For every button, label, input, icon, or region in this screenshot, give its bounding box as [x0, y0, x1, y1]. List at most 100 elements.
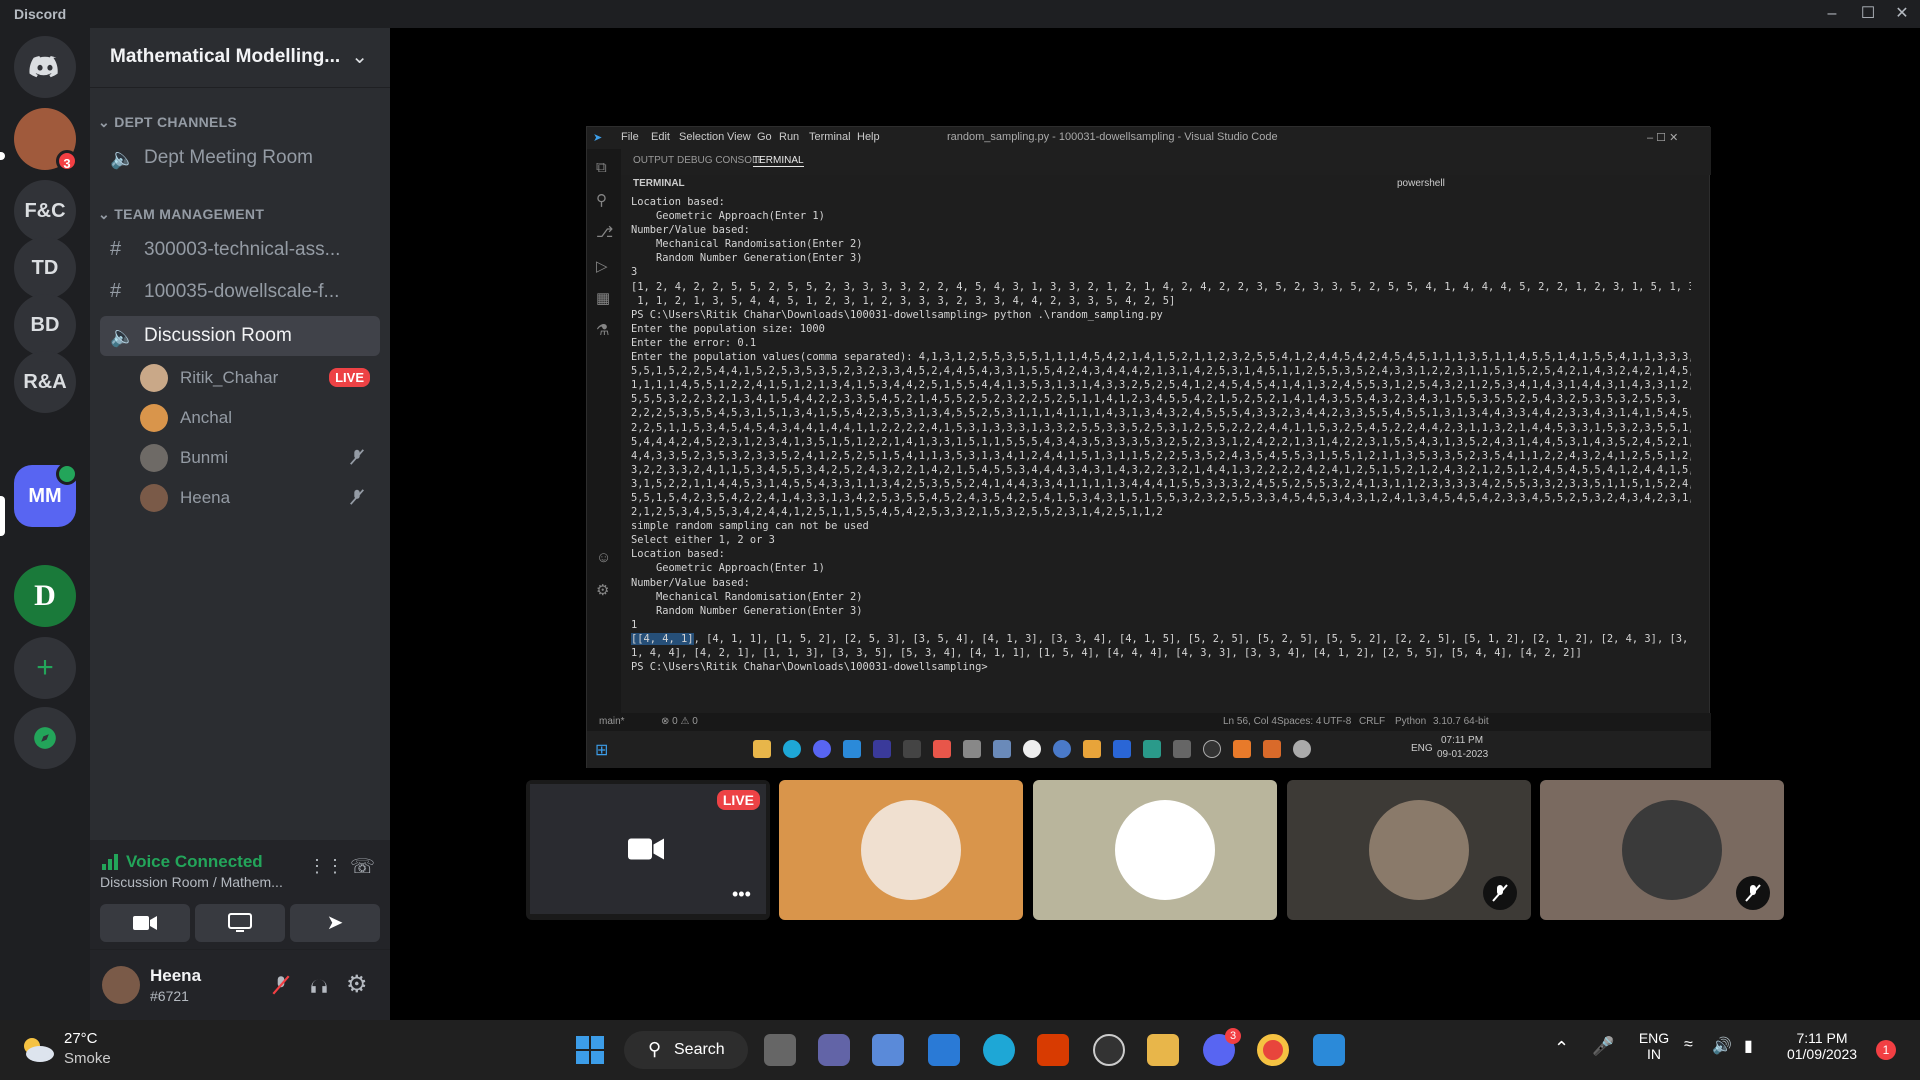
tab-debug-console[interactable]: DEBUG CONSOLE — [677, 155, 764, 166]
discord-icon[interactable]: 3 — [1203, 1028, 1241, 1066]
shell-name[interactable]: powershell — [1397, 178, 1445, 189]
problems-count[interactable]: ⊗ 0 ⚠ 0 — [661, 716, 698, 727]
account-icon[interactable]: ☺ — [596, 549, 611, 566]
chrome-icon[interactable] — [1257, 1034, 1289, 1066]
guild-header[interactable]: Mathematical Modelling... ⌄ — [90, 28, 390, 88]
taskbar-search[interactable]: ⚲ Search — [624, 1031, 748, 1069]
voice-user[interactable]: Ritik_Chahar LIVE — [140, 360, 380, 396]
git-branch[interactable]: main* — [599, 716, 625, 727]
tab-terminal[interactable]: TERMINAL — [753, 155, 804, 167]
menu-run[interactable]: Run — [779, 131, 799, 143]
vscode-icon[interactable] — [1313, 1034, 1345, 1066]
weather-cloud-icon[interactable] — [18, 1034, 56, 1064]
server-td[interactable]: TD — [14, 237, 76, 299]
inner-date: 09-01-2023 — [1437, 749, 1489, 760]
photos-icon[interactable] — [872, 1034, 904, 1066]
dell-icon[interactable] — [1093, 1034, 1125, 1066]
channel-dowellscale[interactable]: # 100035-dowellscale-f... — [100, 272, 380, 312]
menu-go[interactable]: Go — [757, 131, 772, 143]
notification-badge[interactable]: 1 — [1876, 1040, 1896, 1060]
noise-suppression-icon[interactable]: ⋮⋮ — [308, 856, 344, 877]
explorer-icon[interactable]: ⧉ — [596, 159, 607, 176]
battery-icon[interactable]: ▮ — [1744, 1036, 1753, 1056]
server-ra[interactable]: R&A — [14, 351, 76, 413]
minimize-button[interactable]: – — [1814, 0, 1850, 28]
python-interpreter[interactable]: 3.10.7 64-bit — [1433, 716, 1489, 727]
channel-discussion-room[interactable]: 🔈 Discussion Room — [100, 316, 380, 356]
microphone-icon[interactable]: 🎤 — [1592, 1036, 1614, 1057]
category-team-management[interactable]: ⌄ TEAM MANAGEMENT — [98, 206, 264, 223]
tab-output[interactable]: OUTPUT — [633, 155, 674, 166]
terminal-output[interactable]: Location based: Geometric Approach(Enter… — [631, 195, 1691, 713]
weather-condition[interactable]: Smoke — [64, 1050, 111, 1067]
participant-tile-ritik[interactable] — [1033, 780, 1277, 920]
extensions-icon[interactable]: ▦ — [596, 289, 610, 307]
channel-dept-meeting-room[interactable]: 🔈 Dept Meeting Room — [100, 138, 380, 178]
testing-icon[interactable]: ⚗ — [596, 321, 609, 339]
weather-temperature[interactable]: 27°C — [64, 1030, 98, 1047]
server-mm[interactable]: MM — [14, 463, 78, 527]
window-controls[interactable]: – ☐ ✕ — [1647, 131, 1678, 144]
menu-view[interactable]: View — [727, 131, 751, 143]
volume-icon[interactable]: 🔊 — [1712, 1036, 1732, 1056]
voice-user[interactable]: Bunmi — [140, 440, 380, 476]
task-view-icon[interactable] — [764, 1034, 796, 1066]
voice-user-name: Bunmi — [180, 448, 229, 467]
file-explorer-icon[interactable] — [1147, 1034, 1179, 1066]
share-screen-button[interactable] — [195, 904, 285, 942]
office-icon[interactable] — [1037, 1034, 1069, 1066]
teams-chat-icon[interactable] — [818, 1034, 850, 1066]
gear-icon[interactable]: ⚙ — [346, 970, 368, 999]
explore-servers-button[interactable] — [14, 707, 76, 769]
wifi-icon[interactable]: ≈ — [1684, 1036, 1693, 1054]
vscode-logo-icon: ➤ — [593, 132, 603, 144]
settings-gear-icon[interactable]: ⚙ — [596, 581, 609, 599]
participant-tile-bunmi[interactable] — [1287, 780, 1531, 920]
voice-user[interactable]: Anchal — [140, 400, 380, 436]
participant-tile-anchal[interactable] — [779, 780, 1023, 920]
menu-file[interactable]: File — [621, 131, 639, 143]
close-button[interactable]: ✕ — [1884, 0, 1920, 28]
home-button[interactable] — [14, 36, 76, 98]
indent-setting[interactable]: Spaces: 4 — [1277, 716, 1321, 727]
signal-icon[interactable] — [102, 854, 120, 870]
run-debug-icon[interactable]: ▷ — [596, 257, 608, 275]
camera-button[interactable] — [100, 904, 190, 942]
voice-user-name: Ritik_Chahar — [180, 368, 279, 387]
language-mode[interactable]: Python — [1395, 716, 1426, 727]
line-ending[interactable]: CRLF — [1359, 716, 1385, 727]
server-fc[interactable]: F&C — [14, 180, 76, 242]
category-dept-channels[interactable]: ⌄ DEPT CHANNELS — [98, 114, 237, 131]
discord-badge: 3 — [1225, 1028, 1241, 1044]
menu-terminal[interactable]: Terminal — [809, 131, 851, 143]
language-indicator[interactable]: ENG IN — [1634, 1030, 1674, 1062]
windows-start-icon[interactable] — [576, 1036, 604, 1064]
mail-icon[interactable] — [928, 1034, 960, 1066]
menu-selection[interactable]: Selection — [679, 131, 724, 143]
channel-technical[interactable]: # 300003-technical-ass... — [100, 230, 380, 270]
server-dowell[interactable]: D — [14, 565, 76, 627]
menu-help[interactable]: Help — [857, 131, 880, 143]
activity-button[interactable]: ➤ — [290, 904, 380, 942]
mic-muted-icon[interactable] — [270, 974, 292, 996]
cursor-position[interactable]: Ln 56, Col 4 — [1223, 716, 1277, 727]
source-control-icon[interactable]: ⎇ — [596, 223, 613, 241]
headphones-icon[interactable] — [308, 974, 330, 996]
maximize-button[interactable]: ☐ — [1850, 0, 1886, 28]
edge-icon[interactable] — [983, 1034, 1015, 1066]
more-options-icon[interactable]: ••• — [732, 884, 751, 905]
server-bd[interactable]: BD — [14, 294, 76, 356]
dm-avatar-server[interactable]: 3 — [14, 108, 78, 172]
search-icon[interactable]: ⚲ — [596, 191, 607, 209]
menu-edit[interactable]: Edit — [651, 131, 670, 143]
avatar[interactable] — [102, 966, 140, 1004]
participant-tile-heena[interactable] — [1540, 780, 1784, 920]
chevron-up-icon[interactable]: ⌃ — [1554, 1038, 1569, 1059]
add-server-button[interactable]: + — [14, 637, 76, 699]
clock[interactable]: 7:11 PM 01/09/2023 — [1780, 1030, 1864, 1062]
encoding[interactable]: UTF-8 — [1323, 716, 1351, 727]
voice-user[interactable]: Heena — [140, 480, 380, 516]
edge-icon — [783, 740, 801, 758]
stream-tile[interactable]: LIVE ••• — [526, 780, 770, 920]
disconnect-icon[interactable]: ☏ — [350, 854, 375, 879]
